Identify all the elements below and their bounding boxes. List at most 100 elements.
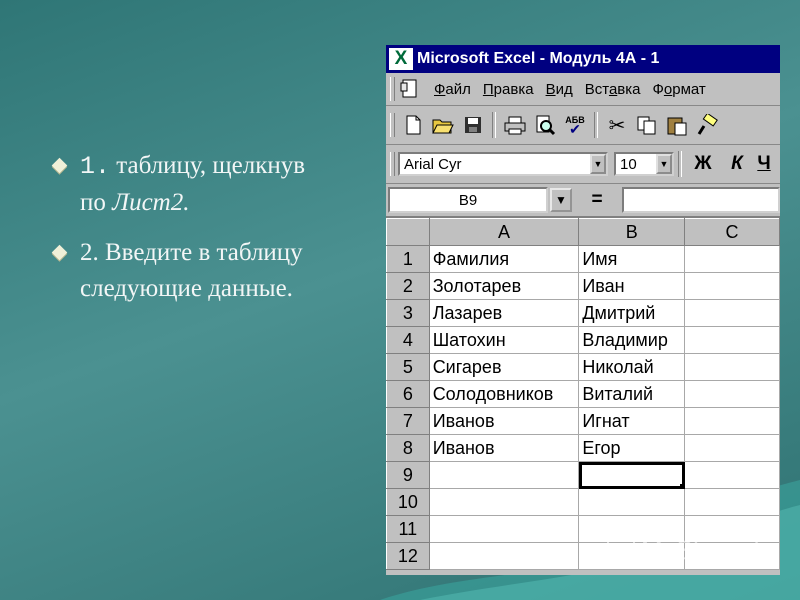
- cell-c7[interactable]: [684, 407, 780, 435]
- row-header-8[interactable]: 8: [386, 434, 430, 462]
- cell-c10[interactable]: [684, 488, 780, 516]
- copy-icon[interactable]: [632, 110, 662, 140]
- cell-a5[interactable]: Сигарев: [428, 353, 580, 381]
- toolbar-separator: [678, 151, 682, 177]
- chevron-down-icon[interactable]: ▼: [656, 154, 672, 174]
- cell-a4[interactable]: Шатохин: [428, 326, 580, 354]
- formatting-toolbar: Arial Cyr ▼ 10 ▼ Ж К Ч: [386, 145, 780, 184]
- cell-a6[interactable]: Солодовников: [428, 380, 580, 408]
- column-header-a[interactable]: A: [428, 218, 580, 246]
- cell-a1[interactable]: Фамилия: [428, 245, 580, 273]
- cell-c3[interactable]: [684, 299, 780, 327]
- chevron-down-icon[interactable]: ▼: [590, 154, 606, 174]
- standard-toolbar: АБВ ✔ ✂: [386, 106, 780, 145]
- menu-items: Файл Правка Вид Вставка Формат: [422, 81, 718, 98]
- cell-a11[interactable]: [428, 515, 580, 543]
- cell-b8[interactable]: Егор: [578, 434, 686, 462]
- cell-b7[interactable]: Игнат: [578, 407, 686, 435]
- cell-c9[interactable]: [684, 461, 780, 489]
- table-row: 5 Сигарев Николай: [386, 353, 780, 381]
- table-row: 10: [386, 488, 780, 516]
- row-header-2[interactable]: 2: [386, 272, 430, 300]
- cell-b2[interactable]: Иван: [578, 272, 686, 300]
- name-box-dropdown-icon[interactable]: ▼: [550, 188, 572, 212]
- excel-logo-icon: X: [389, 48, 413, 70]
- column-header-c[interactable]: C: [684, 218, 780, 246]
- bullet-1-line2: по: [80, 189, 113, 216]
- bullet-1-sheet-name: Лист2.: [112, 189, 190, 216]
- row-header-11[interactable]: 11: [386, 515, 430, 543]
- row-header-7[interactable]: 7: [386, 407, 430, 435]
- title-bar[interactable]: X Microsoft Excel - Модуль 4А - 1: [386, 45, 780, 73]
- row-header-3[interactable]: 3: [386, 299, 430, 327]
- cell-a8[interactable]: Иванов: [428, 434, 580, 462]
- fill-handle[interactable]: [680, 484, 684, 488]
- bold-button[interactable]: Ж: [686, 149, 720, 179]
- cell-b4[interactable]: Владимир: [578, 326, 686, 354]
- cell-c1[interactable]: [684, 245, 780, 273]
- menu-item-1[interactable]: Правка: [477, 81, 540, 98]
- cell-a2[interactable]: Золотарев: [428, 272, 580, 300]
- table-row: 7 Иванов Игнат: [386, 407, 780, 435]
- open-icon[interactable]: [428, 110, 458, 140]
- cell-b10[interactable]: [578, 488, 686, 516]
- cut-icon[interactable]: ✂: [602, 110, 632, 140]
- cell-c8[interactable]: [684, 434, 780, 462]
- cell-c5[interactable]: [684, 353, 780, 381]
- cell-c4[interactable]: [684, 326, 780, 354]
- spreadsheet-grid: ABC 1 Фамилия Имя 2 Золотарев Иван 3 Лазарев Дми…: [386, 218, 780, 570]
- cell-b5[interactable]: Николай: [578, 353, 686, 381]
- print-icon[interactable]: [500, 110, 530, 140]
- excel-window: X Microsoft Excel - Модуль 4А - 1 Файл Пр…: [386, 45, 780, 575]
- format-painter-icon[interactable]: [692, 110, 722, 140]
- cell-b3[interactable]: Дмитрий: [578, 299, 686, 327]
- spellcheck-icon[interactable]: АБВ ✔: [560, 110, 590, 140]
- cell-c6[interactable]: [684, 380, 780, 408]
- diamond-bullet-icon: [51, 157, 68, 174]
- toolbar-separator: [492, 112, 496, 138]
- watermark: MyShared: [607, 535, 760, 566]
- new-icon[interactable]: [398, 110, 428, 140]
- table-row: 4 Шатохин Владимир: [386, 326, 780, 354]
- row-header-5[interactable]: 5: [386, 353, 430, 381]
- cell-b1[interactable]: Имя: [578, 245, 686, 273]
- font-name-select[interactable]: Arial Cyr ▼: [398, 152, 608, 176]
- cell-b9[interactable]: [578, 461, 686, 489]
- select-all-corner[interactable]: [386, 218, 430, 246]
- menu-item-0[interactable]: Файл: [428, 81, 477, 98]
- column-header-b[interactable]: B: [578, 218, 686, 246]
- formula-equals-button[interactable]: =: [572, 189, 622, 211]
- font-size-select[interactable]: 10 ▼: [614, 152, 674, 176]
- cell-a9[interactable]: [428, 461, 580, 489]
- formatting-grip[interactable]: [390, 152, 395, 176]
- cell-c2[interactable]: [684, 272, 780, 300]
- italic-button[interactable]: К: [720, 149, 754, 179]
- document-icon[interactable]: [398, 74, 422, 104]
- cell-a10[interactable]: [428, 488, 580, 516]
- preview-icon[interactable]: [530, 110, 560, 140]
- paste-icon[interactable]: [662, 110, 692, 140]
- name-box[interactable]: B9: [388, 187, 548, 213]
- row-header-12[interactable]: 12: [386, 542, 430, 570]
- underline-button[interactable]: Ч: [754, 149, 774, 179]
- save-icon[interactable]: [458, 110, 488, 140]
- menu-bar: Файл Правка Вид Вставка Формат: [386, 73, 780, 106]
- menu-item-4[interactable]: Формат: [646, 81, 711, 98]
- table-row: 1 Фамилия Имя: [386, 245, 780, 273]
- row-header-4[interactable]: 4: [386, 326, 430, 354]
- cell-a3[interactable]: Лазарев: [428, 299, 580, 327]
- menu-grip[interactable]: [390, 77, 395, 101]
- cell-a7[interactable]: Иванов: [428, 407, 580, 435]
- menu-item-2[interactable]: Вид: [540, 81, 579, 98]
- cell-a12[interactable]: [428, 542, 580, 570]
- menu-item-3[interactable]: Вставка: [579, 81, 647, 98]
- toolbar-grip[interactable]: [390, 113, 395, 137]
- formula-input[interactable]: [622, 187, 780, 213]
- row-header-9[interactable]: 9: [386, 461, 430, 489]
- row-header-1[interactable]: 1: [386, 245, 430, 273]
- row-header-6[interactable]: 6: [386, 380, 430, 408]
- row-header-10[interactable]: 10: [386, 488, 430, 516]
- window-title: Microsoft Excel - Модуль 4А - 1: [417, 50, 660, 67]
- watermark-text: MyShared: [641, 535, 760, 565]
- cell-b6[interactable]: Виталий: [578, 380, 686, 408]
